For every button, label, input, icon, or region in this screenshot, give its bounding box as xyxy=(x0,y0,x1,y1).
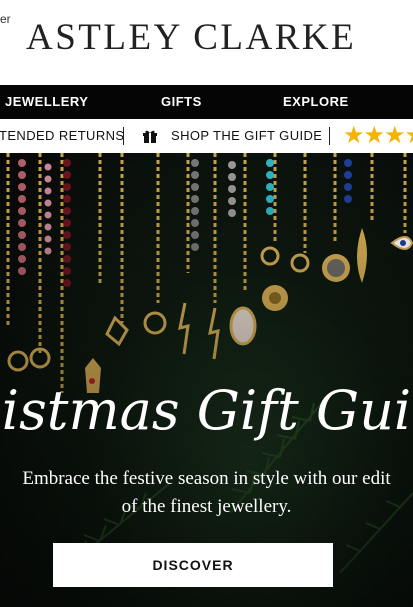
promo-strip: TENDED RETURNS SHOP THE GIFT GUIDE ★★★★ xyxy=(0,119,413,154)
gift-icon xyxy=(143,130,157,143)
hero-banner[interactable]: istmas Gift Gui Embrace the festive seas… xyxy=(0,153,413,607)
nav-item-jewellery[interactable]: JEWELLERY xyxy=(5,85,88,119)
jewellery-image xyxy=(0,153,413,607)
rating-stars-icon: ★★★★ xyxy=(343,122,413,149)
hero-subtext-line-2: of the finest jewellery. xyxy=(121,496,292,517)
header-utility-text: er xyxy=(0,12,11,26)
nav-item-gifts[interactable]: GIFTS xyxy=(161,85,202,119)
brand-logo[interactable]: ASTLEY CLARKE xyxy=(26,16,356,59)
site-header: er ASTLEY CLARKE xyxy=(0,0,413,85)
nav-item-explore[interactable]: EXPLORE xyxy=(283,85,349,119)
promo-divider xyxy=(123,127,124,145)
returns-message[interactable]: TENDED RETURNS xyxy=(0,119,125,153)
hero-subtext: Embrace the festive season in style with… xyxy=(0,465,413,521)
discover-button[interactable]: DISCOVER xyxy=(53,543,333,587)
hero-headline: istmas Gift Gui xyxy=(1,381,412,441)
shop-gift-guide-link[interactable]: SHOP THE GIFT GUIDE xyxy=(171,119,322,153)
promo-divider xyxy=(329,127,330,145)
hero-subtext-line-1: Embrace the festive season in style with… xyxy=(22,468,391,489)
main-navigation: JEWELLERY GIFTS EXPLORE xyxy=(0,85,413,119)
